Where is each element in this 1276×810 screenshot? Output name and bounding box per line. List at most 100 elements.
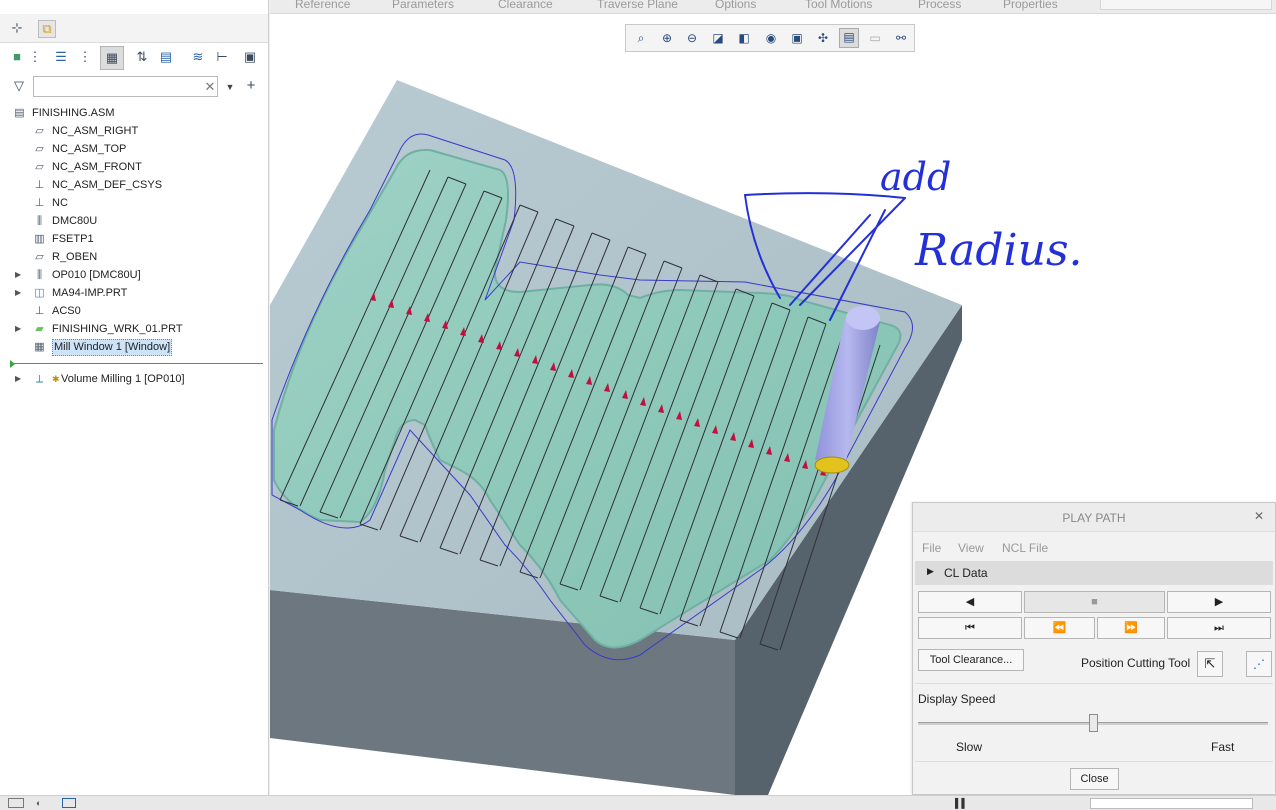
forward-to-end-button[interactable]: ⏭ xyxy=(1167,617,1271,639)
tab-tool-motions[interactable]: Tool Motions xyxy=(805,0,872,11)
tab-process[interactable]: Process xyxy=(918,0,961,11)
tree-item-label: DMC80U xyxy=(52,215,98,227)
rewind-to-start-button[interactable]: ⏮ xyxy=(918,617,1022,639)
csys-icon: ⊥ xyxy=(34,197,45,209)
cl-data-section[interactable]: ▶ CL Data xyxy=(915,561,1273,585)
annotation-display-icon[interactable]: ▤ xyxy=(839,28,859,48)
zoom-out-icon[interactable]: ⊖ xyxy=(683,30,701,46)
pointer-icon[interactable]: ⇱ xyxy=(1197,651,1223,677)
expand-arrow-icon[interactable]: ▶ xyxy=(15,320,21,338)
annotation-radius: Radius. xyxy=(914,225,1083,276)
datum-display-icon[interactable]: ✣ xyxy=(814,30,832,46)
tree-item[interactable]: ▶ ▰ FINISHING_WRK_01.PRT xyxy=(0,320,260,338)
tree-item[interactable]: ⫼ DMC80U xyxy=(0,212,260,230)
csys-icon: ⊥ xyxy=(34,305,45,317)
fast-label: Fast xyxy=(1211,740,1235,754)
tree-item[interactable]: ⊥ NC xyxy=(0,194,260,212)
expand-arrow-icon[interactable]: ▶ xyxy=(15,370,21,388)
close-icon[interactable]: ✕ xyxy=(1254,509,1264,523)
tab-options[interactable]: Options xyxy=(715,0,756,11)
repaint-icon[interactable]: ◪ xyxy=(709,30,727,46)
close-button[interactable]: Close xyxy=(1070,768,1119,790)
step-backward-button[interactable]: ⏪ xyxy=(1024,617,1095,639)
stop-button[interactable]: ■ xyxy=(1024,591,1165,613)
tree-item-label: FINISHING.ASM xyxy=(32,107,115,119)
tree-item[interactable]: ▥ FSETP1 xyxy=(0,230,260,248)
tree-item[interactable]: ▱ NC_ASM_TOP xyxy=(0,140,260,158)
tree-filters-icon[interactable]: ☰ xyxy=(53,49,69,65)
speed-slider-thumb[interactable] xyxy=(1089,714,1098,732)
refit-icon[interactable]: ⌕ xyxy=(632,30,650,46)
save-tree-icon[interactable]: ▤ xyxy=(158,49,174,65)
slow-label: Slow xyxy=(956,740,983,754)
expand-arrow-icon[interactable]: ▶ xyxy=(15,266,21,284)
fixture-icon: ▥ xyxy=(34,233,45,245)
tree-item[interactable]: ▶ ⟂ Volume Milling 1 [OP010] ✱ xyxy=(0,370,260,388)
settings-dropdown-icon[interactable]: ⋮ xyxy=(27,49,43,65)
browser-toggle-icon[interactable]: ◐ xyxy=(36,798,52,808)
mill-window-icon: ▦ xyxy=(34,341,45,353)
tab-reference[interactable]: Reference xyxy=(295,0,350,11)
navigator-toggle-icon[interactable] xyxy=(8,798,24,808)
tree-item[interactable]: ▦ Mill Window 1 [Window] xyxy=(0,338,260,356)
tab-clearance[interactable]: Clearance xyxy=(498,0,553,11)
filter-dropdown-icon[interactable]: ▼ xyxy=(222,79,238,95)
tree-item[interactable]: ▱ NC_ASM_RIGHT xyxy=(0,122,260,140)
tree-item[interactable]: ▶ ◫ MA94-IMP.PRT xyxy=(0,284,260,302)
report-icon[interactable]: ▣ xyxy=(242,49,258,65)
tree-item-label: NC_ASM_RIGHT xyxy=(52,125,139,137)
tab-traverse-plane[interactable]: Traverse Plane xyxy=(597,0,678,11)
status-bar: ◐ ▌▌ xyxy=(0,795,1276,810)
tab-parameters[interactable]: Parameters xyxy=(392,0,454,11)
filter-icon[interactable]: ▽ xyxy=(11,78,27,94)
menu-file[interactable]: File xyxy=(922,541,941,555)
tree-item[interactable]: ⊥ NC_ASM_DEF_CSYS xyxy=(0,176,260,194)
tree-item-label: FINISHING_WRK_01.PRT xyxy=(52,323,183,335)
saved-orientations-icon[interactable]: ◉ xyxy=(762,30,780,46)
volume-milling-icon: ⟂ xyxy=(35,373,44,385)
model-tree: ▤ FINISHING.ASM ▱ NC_ASM_RIGHT ▱ NC_ASM_TOP ▱ N… xyxy=(0,104,268,404)
model-tree-panel: ⊹ ⧉ ■ ⋮ ☰ ⋮ ▦ ⇅ ▤ ≋ ⊢ ▣ ▽ ✕ ▼ + ▤ FINISHI… xyxy=(0,0,269,795)
tree-item-label: Volume Milling 1 [OP010] xyxy=(61,373,185,385)
component-icon[interactable]: ⊢ xyxy=(214,49,230,65)
add-filter-icon[interactable]: + xyxy=(243,78,259,94)
step-forward-button[interactable]: ⏩ xyxy=(1097,617,1165,639)
fullscreen-toggle-icon[interactable] xyxy=(62,798,76,808)
model-tree-tab-icon[interactable]: ⊹ xyxy=(9,20,25,36)
menu-view[interactable]: View xyxy=(958,541,984,555)
tree-item[interactable]: ▶ ⫼ OP010 [DMC80U] xyxy=(0,266,260,284)
tree-columns-icon[interactable]: ▦ xyxy=(100,46,124,70)
tool-clearance-button[interactable]: Tool Clearance... xyxy=(918,649,1024,671)
tree-filter-input[interactable] xyxy=(33,76,218,97)
layer-tree-tab-icon[interactable]: ⧉ xyxy=(38,20,56,38)
zoom-in-icon[interactable]: ⊕ xyxy=(658,30,676,46)
selection-filter[interactable] xyxy=(1090,798,1253,809)
clear-filter-icon[interactable]: ✕ xyxy=(202,79,218,95)
play-backward-button[interactable]: ◀ xyxy=(918,591,1022,613)
expand-arrow-icon[interactable]: ▶ xyxy=(15,284,21,302)
annotation-add: add xyxy=(880,155,951,199)
columns-icon[interactable]: ⋮ xyxy=(77,49,93,65)
regenerate-star-icon: ✱ xyxy=(52,374,60,384)
display-style-icon[interactable]: ◧ xyxy=(735,30,753,46)
tab-properties[interactable]: Properties xyxy=(1003,0,1058,11)
search-field[interactable] xyxy=(1100,0,1272,10)
play-forward-button[interactable]: ▶ xyxy=(1167,591,1271,613)
show-icon[interactable]: ■ xyxy=(9,49,25,65)
view-manager-icon[interactable]: ▣ xyxy=(788,30,806,46)
play-path-dialog: PLAY PATH ✕ File View NCL File ▶ CL Data… xyxy=(912,502,1276,795)
pause-icon[interactable]: ▌▌ xyxy=(955,798,968,808)
tree-item[interactable]: ▤ FINISHING.ASM xyxy=(0,104,260,122)
tree-item[interactable]: ▱ R_OBEN xyxy=(0,248,260,266)
tree-item[interactable]: ▱ NC_ASM_FRONT xyxy=(0,158,260,176)
tree-item-label: R_OBEN xyxy=(52,251,98,263)
perspective-icon[interactable]: ⚯ xyxy=(892,30,910,46)
menu-ncl-file[interactable]: NCL File xyxy=(1002,541,1048,555)
tool-position-icon[interactable]: ⋰ xyxy=(1246,651,1272,677)
layers-icon[interactable]: ≋ xyxy=(190,49,206,65)
datum-plane-icon: ▱ xyxy=(35,125,44,137)
tree-item[interactable]: ⊥ ACS0 xyxy=(0,302,260,320)
sort-icon[interactable]: ⇅ xyxy=(134,49,150,65)
spin-center-icon[interactable]: ▭ xyxy=(866,30,884,46)
datum-plane-icon: ▱ xyxy=(35,251,44,263)
